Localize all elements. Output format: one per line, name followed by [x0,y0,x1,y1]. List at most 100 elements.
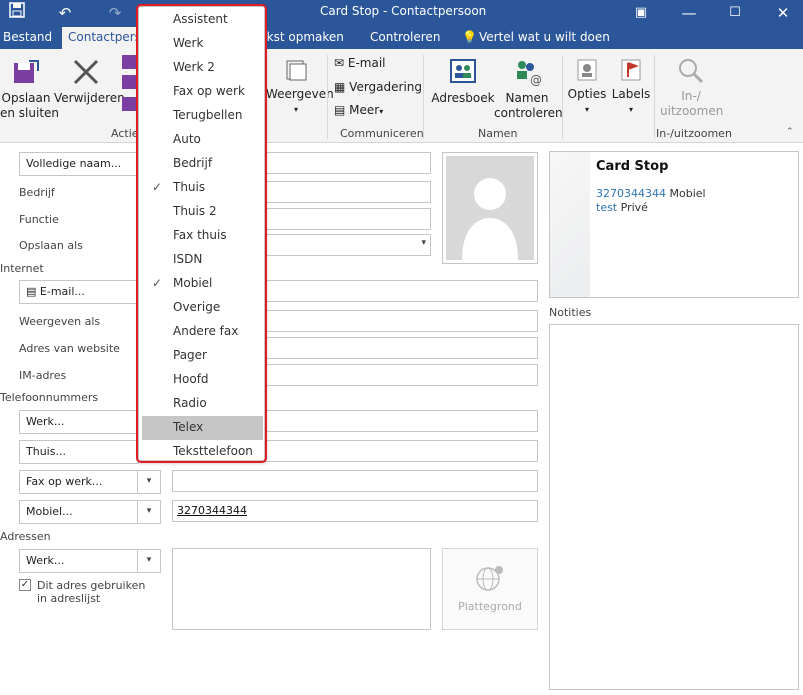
menu-item-radio[interactable]: Radio [142,392,263,416]
more-label: Meer [349,103,380,117]
menu-item-other[interactable]: Overige [142,296,263,320]
phone-type-dropdown-3[interactable]: ▾ [137,470,161,494]
delete-button[interactable]: Verwijderen [54,57,125,106]
phone-type-button-4[interactable]: Mobiel... [19,500,139,524]
chevron-down-icon: ▾ [628,105,633,114]
show-button[interactable]: Weergeven ▾ [266,57,334,117]
website-label: Adres van website [19,342,120,355]
map-button[interactable]: Plattegrond [442,548,538,630]
menu-item-callback[interactable]: Terugbellen [142,104,263,128]
svg-text:@: @ [530,73,542,87]
check-names-button[interactable]: @ Namen controleren [494,57,563,121]
group-zoom: In-/uitzoomen [656,127,732,140]
email-button[interactable]: ✉ E-mail [334,56,386,71]
ribbon-divider [423,55,424,139]
check-names-label-2: controleren [494,106,563,120]
save-close-label-2: en sluiten [0,106,60,120]
mobile-phone-field[interactable]: 3270344344 [172,500,538,522]
menu-item-business-fax[interactable]: Fax op werk [142,80,263,104]
contact-photo[interactable] [442,152,538,264]
tab-file[interactable]: Bestand [3,30,52,44]
phone-field-3[interactable] [172,470,538,492]
close-icon[interactable]: ✕ [772,2,794,24]
ribbon-tabs: Bestand Contactpersoon Tekst opmaken Con… [0,27,803,49]
redo-icon[interactable]: ↷ [104,2,126,24]
business-card[interactable]: Card Stop 3270344344 Mobiel test Privé [549,151,799,298]
meeting-label: Vergadering [349,80,423,94]
save-new-icon[interactable] [122,55,136,69]
menu-item-mobile[interactable]: ✓ Mobiel [142,272,263,296]
collapse-ribbon-icon[interactable]: ⌃ [786,127,794,137]
zoom-label-1: In-/ [681,89,701,103]
phone-type-button-1[interactable]: Werk... [19,410,139,434]
check-names-label-1: Namen [505,91,549,105]
onenote-icon[interactable] [122,97,136,111]
options-button[interactable]: Opties ▾ [566,57,608,117]
save-icon[interactable] [6,2,28,24]
full-name-button[interactable]: Volledige naam... [19,152,139,176]
menu-item-company[interactable]: Bedrijf [142,152,263,176]
tell-me-search[interactable]: Vertel wat u wilt doen [479,30,610,44]
map-label: Plattegrond [458,600,522,613]
undo-icon[interactable]: ↶ [54,2,76,24]
check-names-icon: @ [517,61,542,87]
menu-item-home[interactable]: ✓ Thuis [142,176,263,200]
zoom-button[interactable]: In-/ uitzoomen [660,57,724,119]
chevron-down-icon: ▾ [421,238,426,248]
mailing-address-checkbox[interactable]: ✓ [19,579,31,591]
ribbon-options-icon[interactable]: ▣ [630,2,652,24]
email-field-button[interactable]: ▤ E-mail... [19,280,139,304]
phone-type-dropdown-4[interactable]: ▾ [137,500,161,524]
menu-item-tty[interactable]: Teksttelefoon [142,440,263,464]
show-icon [286,60,307,81]
meeting-button[interactable]: ▦ Vergadering [334,80,422,95]
email-button-label: E-mail... [39,285,85,298]
menu-item-telex[interactable]: Telex [142,416,263,440]
group-communicate: Communiceren [340,127,424,140]
ribbon-divider [327,55,328,139]
options-icon [577,59,597,81]
tab-format-text[interactable]: Tekst opmaken [254,30,344,44]
mail-icon: ✉ [334,56,345,70]
menu-item-pager[interactable]: Pager [142,344,263,368]
phone-type-button-3[interactable]: Fax op werk... [19,470,139,494]
show-label: Weergeven [266,87,334,101]
save-close-button[interactable]: Opslaan en sluiten [0,57,60,121]
im-label: IM-adres [19,369,67,382]
address-type-dropdown[interactable]: ▾ [137,549,161,573]
menu-item-assistant[interactable]: Assistent [142,8,263,32]
delete-label: Verwijderen [54,91,125,105]
forward-icon[interactable] [122,75,136,89]
address-type-button[interactable]: Werk... [19,549,139,573]
maximize-icon[interactable]: ☐ [724,2,746,24]
options-label: Opties [567,87,607,101]
addressbook-icon [450,59,476,83]
menu-item-business[interactable]: Werk [142,32,263,56]
more-button[interactable]: ▤ Meer▾ [334,103,383,119]
minimize-icon[interactable]: — [678,2,700,24]
tab-review[interactable]: Controleren [370,30,440,44]
menu-item-car[interactable]: Auto [142,128,263,152]
menu-item-primary[interactable]: Hoofd [142,368,263,392]
chevron-down-icon: ▾ [584,105,589,114]
menu-item-other-fax[interactable]: Andere fax [142,320,263,344]
zoom-label-2: uitzoomen [660,104,724,118]
email-label: E-mail [347,56,386,70]
title-bar: ↶ ↷ Card Stop - Contactpersoon ▣ — ☐ ✕ [0,0,803,27]
menu-item-home-2[interactable]: Thuis 2 [142,200,263,224]
address-textarea[interactable] [172,548,431,630]
window-title: Card Stop - Contactpersoon [320,4,487,18]
menu-item-business-2[interactable]: Werk 2 [142,56,263,80]
person-silhouette-icon [446,156,534,260]
phone-type-button-2[interactable]: Thuis... [19,440,139,464]
notes-field[interactable] [549,324,799,690]
mailing-address-label: Dit adres gebruiken in adreslijst [37,579,146,605]
card-email-line: test Privé [596,201,648,214]
menu-item-home-fax[interactable]: Fax thuis [142,224,263,248]
menu-item-isdn[interactable]: ISDN [142,248,263,272]
checkmark-icon: ✓ [152,180,163,194]
phone-type-menu: Assistent Werk Werk 2 Fax op werk Terugb… [138,6,265,461]
labels-button[interactable]: Labels ▾ [610,57,652,117]
addressbook-button[interactable]: Adresboek [431,57,495,106]
card-phone-line: 3270344344 Mobiel [596,187,706,200]
